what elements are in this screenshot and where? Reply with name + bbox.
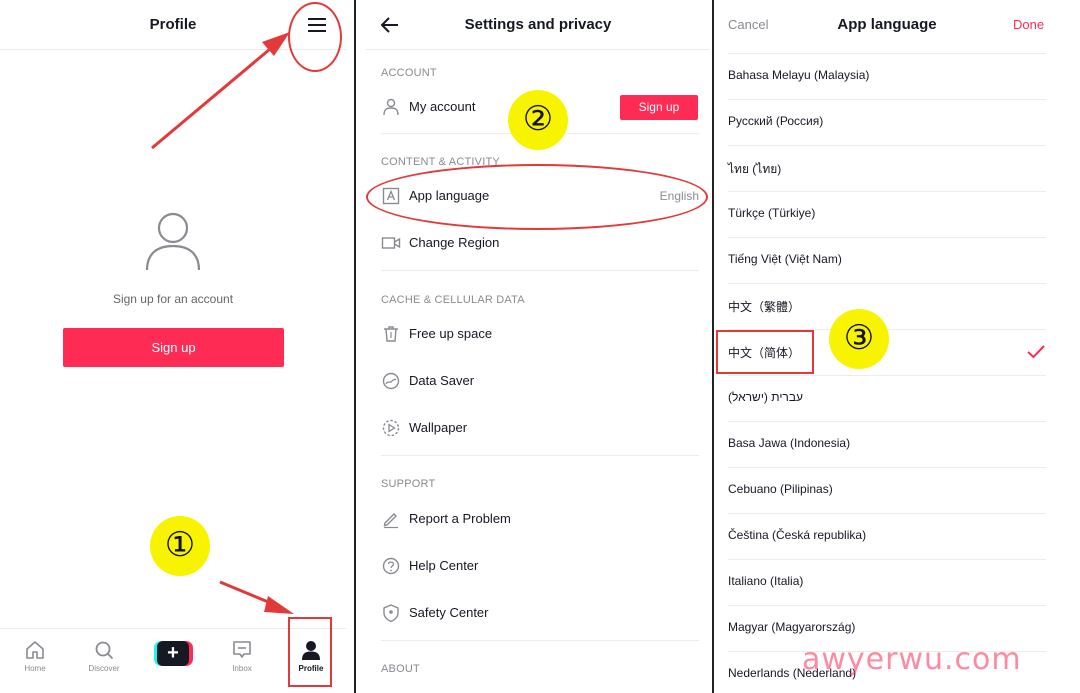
done-button[interactable]: Done [1013,17,1044,32]
language-label: Türkçe (Türkiye) [728,206,816,220]
settings-title: Settings and privacy [464,16,612,33]
language-header: Cancel App language Done [714,0,1080,50]
wallpaper-label: Wallpaper [409,420,468,435]
divider [381,270,699,271]
section-about: ABOUT [381,663,420,675]
language-item[interactable]: Čeština (Česká republika) [728,514,1046,560]
avatar-placeholder-icon [145,212,201,271]
person-outline-icon [383,98,399,116]
free-up-space-label: Free up space [409,326,493,341]
data-saver-icon [382,372,400,390]
language-item[interactable]: Cebuano (Pilipinas) [728,468,1046,514]
search-icon [95,641,114,660]
data-saver-label: Data Saver [409,373,475,388]
language-label: Tiếng Việt (Việt Nam) [728,252,842,266]
step-2-badge: ② [508,90,568,150]
help-center-row[interactable]: Help Center [381,544,699,590]
video-camera-icon [381,237,401,249]
language-item[interactable]: Bahasa Melayu (Malaysia) [728,54,1046,100]
language-item[interactable]: 中文（繁體） [728,284,1046,330]
language-item[interactable]: Русский (Россия) [728,100,1046,146]
safety-center-row[interactable]: Safety Center [381,591,699,637]
language-label: Italiano (Italia) [728,574,804,588]
language-item[interactable]: Basa Jawa (Indonesia) [728,422,1046,468]
tab-inbox[interactable]: Inbox [212,639,272,673]
language-label: Русский (Россия) [728,114,824,128]
settings-signup-button[interactable]: Sign up [620,95,698,120]
safety-center-label: Safety Center [409,605,489,620]
wallpaper-icon [382,419,400,437]
divider [381,640,699,641]
highlight-selected-language [716,330,814,374]
language-label: 中文（繁體） [728,300,801,314]
language-label: Magyar (Magyarország) [728,620,856,634]
tab-home[interactable]: Home [5,639,65,673]
my-account-label: My account [409,99,476,114]
home-icon [26,641,44,659]
language-label: Čeština (Česká republika) [728,528,867,542]
wallpaper-row[interactable]: Wallpaper [381,406,699,452]
language-item[interactable]: עברית (ישראל) [728,376,1046,422]
trash-icon [384,326,398,342]
highlight-menu-ellipse [288,2,342,72]
report-problem-row[interactable]: Report a Problem [381,497,699,543]
language-label: Bahasa Melayu (Malaysia) [728,68,870,82]
section-support: SUPPORT [381,478,436,490]
inbox-icon [233,641,251,658]
language-item[interactable]: ไทย (ไทย) [728,146,1046,192]
language-item[interactable]: Türkçe (Türkiye) [728,192,1046,238]
tab-discover-label: Discover [88,664,120,673]
language-title: App language [837,16,937,33]
signup-button[interactable]: Sign up [63,328,284,367]
report-problem-label: Report a Problem [409,511,511,526]
pencil-icon [383,513,398,529]
language-item[interactable]: Tiếng Việt (Việt Nam) [728,238,1046,284]
help-center-label: Help Center [409,558,479,573]
highlight-app-language-ellipse [366,164,708,230]
plus-icon: + [157,641,189,666]
section-account: ACCOUNT [381,67,437,79]
language-label: ไทย (ไทย) [728,162,782,176]
divider [381,455,699,456]
settings-header: Settings and privacy [366,0,710,50]
language-label: Basa Jawa (Indonesia) [728,436,851,450]
step-3-badge: ③ [829,309,889,369]
change-region-label: Change Region [409,235,500,250]
checkmark-icon [1027,345,1045,359]
shield-icon [383,604,399,623]
watermark-text: awyerwu.com [802,642,1022,677]
profile-screen: Profile Sign up for an account Sign up H… [0,0,346,693]
signup-prompt: Sign up for an account [112,292,234,306]
highlight-profile-tab [288,617,332,687]
tab-inbox-label: Inbox [232,664,252,673]
panel-divider [354,0,356,693]
tab-discover[interactable]: Discover [74,639,134,673]
language-label: עברית (ישראל) [728,390,804,404]
data-saver-row[interactable]: Data Saver [381,359,699,405]
tab-home-label: Home [24,664,46,673]
help-icon [382,557,400,575]
step-1-badge: ① [150,516,210,576]
language-label: Cebuano (Pilipinas) [728,482,833,496]
section-cache: CACHE & CELLULAR DATA [381,294,525,306]
create-button[interactable]: + [154,641,193,666]
language-item[interactable]: Italiano (Italia) [728,560,1046,606]
free-up-space-row[interactable]: Free up space [381,312,699,358]
